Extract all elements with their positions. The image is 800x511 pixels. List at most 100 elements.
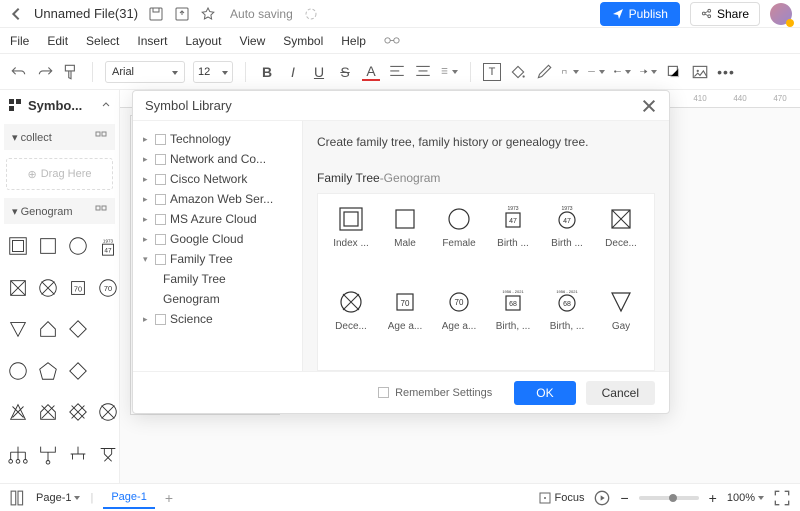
menu-edit[interactable]: Edit (47, 34, 68, 48)
valign-icon[interactable] (414, 63, 432, 81)
align-icon[interactable] (388, 63, 406, 81)
symbol-age-f[interactable]: 70Age a... (436, 287, 482, 360)
symbol-dec-f[interactable]: Dece... (328, 287, 374, 360)
menu-view[interactable]: View (239, 34, 265, 48)
tree-item[interactable]: ▸Technology (137, 129, 298, 149)
publish-button[interactable]: Publish (600, 2, 680, 26)
star-icon[interactable] (200, 6, 216, 22)
menu-select[interactable]: Select (86, 34, 119, 48)
menu-symbol[interactable]: Symbol (283, 34, 323, 48)
arrow-start-icon[interactable] (613, 63, 631, 81)
shape-house[interactable] (36, 317, 60, 341)
shape-circ-x[interactable] (96, 400, 119, 424)
add-page-button[interactable]: + (165, 490, 173, 506)
tree-item[interactable]: ▸Cisco Network (137, 169, 298, 189)
page-tab[interactable]: Page-1 (103, 487, 154, 509)
symbol-birth-f[interactable]: 197347Birth ... (544, 204, 590, 277)
shape-diam-x[interactable] (66, 400, 90, 424)
shape-index[interactable] (6, 234, 30, 258)
font-size-select[interactable]: 12 (193, 61, 233, 83)
zoom-slider[interactable] (639, 496, 699, 500)
symbol-female[interactable]: Female (436, 204, 482, 277)
page-list-icon[interactable] (10, 490, 26, 506)
tree-item[interactable]: ▸Amazon Web Ser... (137, 189, 298, 209)
page-indicator[interactable]: Page-1 (36, 492, 80, 504)
shape-circ[interactable] (6, 359, 30, 383)
focus-button[interactable]: Focus (539, 492, 585, 504)
line-style-icon[interactable] (587, 63, 605, 81)
symbol-index[interactable]: Index ... (328, 204, 374, 277)
symbol-dec-m[interactable]: Dece... (598, 204, 644, 277)
tree-item[interactable]: ▸Network and Co... (137, 149, 298, 169)
shape-female[interactable] (66, 234, 90, 258)
shape-dec-f[interactable] (36, 276, 60, 300)
symbol-gay[interactable]: Gay (598, 287, 644, 360)
shape-birth-m[interactable]: 197347 (96, 234, 119, 258)
shape-tri-dn[interactable] (6, 317, 30, 341)
more-icon[interactable]: ••• (717, 63, 735, 81)
tree-item[interactable]: Genogram (137, 289, 298, 309)
cancel-button[interactable]: Cancel (586, 381, 655, 405)
font-select[interactable]: Arial (105, 61, 185, 83)
sidebar-section-genogram[interactable]: ▾ Genogram (4, 198, 115, 224)
image-icon[interactable] (691, 63, 709, 81)
shape-house-x[interactable] (36, 400, 60, 424)
strike-icon[interactable]: S (336, 63, 354, 81)
shape-diamond[interactable] (66, 317, 90, 341)
tree-item[interactable]: ▸Science (137, 309, 298, 329)
sidebar-collect[interactable]: ▾ collect (4, 124, 115, 150)
sidebar-header[interactable]: Symbo... (0, 90, 119, 120)
close-icon[interactable] (641, 98, 657, 114)
zoom-out[interactable]: − (620, 490, 628, 506)
play-icon[interactable] (594, 490, 610, 506)
drag-target[interactable]: ⊕ Drag Here (6, 158, 113, 190)
symbol-birth-m[interactable]: 197347Birth ... (490, 204, 536, 277)
symbol-age-m[interactable]: 70Age a... (382, 287, 428, 360)
shape-tri-x[interactable] (6, 400, 30, 424)
menu-insert[interactable]: Insert (137, 34, 167, 48)
tree-item[interactable]: ▸MS Azure Cloud (137, 209, 298, 229)
shape-age-m[interactable]: 70 (66, 276, 90, 300)
shape-male[interactable] (36, 234, 60, 258)
remember-checkbox[interactable]: Remember Settings (378, 387, 492, 399)
tree-item[interactable]: ▾Family Tree (137, 249, 298, 269)
menu-file[interactable]: File (10, 34, 29, 48)
format-painter-icon[interactable] (62, 63, 80, 81)
filename[interactable]: Unnamed File(31) (34, 6, 138, 21)
tree-item[interactable]: Family Tree (137, 269, 298, 289)
grid-icon[interactable] (95, 205, 107, 217)
fill-icon[interactable] (509, 63, 527, 81)
tree-item[interactable]: ▸Google Cloud (137, 229, 298, 249)
symbol-bd-f[interactable]: 1956 - 202168Birth, ... (544, 287, 590, 360)
share-button[interactable]: Share (690, 2, 760, 26)
glasses-icon[interactable] (384, 33, 400, 49)
back-chevron-icon[interactable] (8, 6, 24, 22)
shape-conn1[interactable] (6, 442, 30, 466)
spacing-icon[interactable] (440, 63, 458, 81)
menu-help[interactable]: Help (341, 34, 366, 48)
shape-diamond2[interactable] (66, 359, 90, 383)
shape-pent[interactable] (36, 359, 60, 383)
bold-icon[interactable]: B (258, 63, 276, 81)
shadow-icon[interactable] (665, 63, 683, 81)
zoom-value[interactable]: 100% (727, 492, 764, 504)
pencil-icon[interactable] (535, 63, 553, 81)
shape-conn2[interactable] (36, 442, 60, 466)
menu-layout[interactable]: Layout (185, 34, 221, 48)
avatar[interactable] (770, 3, 792, 25)
redo-icon[interactable] (36, 63, 54, 81)
chevron-up-icon[interactable] (101, 98, 111, 113)
shape-dec-m[interactable] (6, 276, 30, 300)
underline-icon[interactable]: U (310, 63, 328, 81)
zoom-in[interactable]: + (709, 490, 717, 506)
symbol-male[interactable]: Male (382, 204, 428, 277)
save-icon[interactable] (148, 6, 164, 22)
shape-conn4[interactable] (96, 442, 119, 466)
fullscreen-icon[interactable] (774, 490, 790, 506)
font-color-icon[interactable]: A (362, 63, 380, 81)
undo-icon[interactable] (10, 63, 28, 81)
grid-icon[interactable] (95, 131, 107, 143)
italic-icon[interactable]: I (284, 63, 302, 81)
shape-age-f[interactable]: 70 (96, 276, 119, 300)
export-icon[interactable] (174, 6, 190, 22)
